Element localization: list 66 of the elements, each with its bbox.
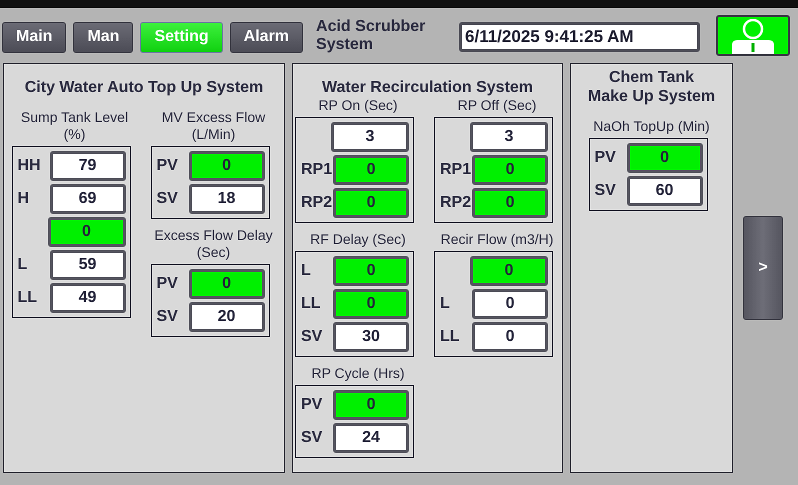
value-display: 0 <box>188 269 264 299</box>
field-label: LL <box>16 289 38 307</box>
group-title: Recir Flow (m3/H) <box>440 231 554 248</box>
field-label: SV <box>156 308 179 326</box>
panel-title: Chem Tank Make Up System <box>588 68 716 106</box>
value-display: 0 <box>188 151 264 181</box>
group-title: RP Cycle (Hrs) <box>310 365 406 382</box>
field-label: RP2 <box>439 194 472 212</box>
date-time-display: 6/11/2025 9:41:25 AM <box>459 22 700 52</box>
field-label: SV <box>300 429 324 447</box>
field-label: RP1 <box>300 161 332 179</box>
group-title: Sump Tank Level (%) <box>20 109 130 143</box>
field-label: L <box>300 262 312 280</box>
screen-title: Acid Scrubber System <box>316 18 426 54</box>
group-title: RP Off (Sec) <box>456 97 538 114</box>
panel-title: City Water Auto Top Up System <box>24 78 264 97</box>
value-display: 0 <box>472 155 548 185</box>
value-display: 0 <box>626 143 702 173</box>
value-display: 0 <box>472 188 548 218</box>
field-label: RP2 <box>300 194 332 212</box>
field-label: L <box>439 295 451 313</box>
nav-button[interactable]: Alarm <box>230 22 304 52</box>
value-input[interactable]: 59 <box>50 250 126 280</box>
field-label: H <box>16 190 30 208</box>
group-title: NaOh TopUp (Min) <box>592 118 711 135</box>
value-input[interactable]: 24 <box>333 423 409 453</box>
field-label: PV <box>156 157 179 175</box>
value-display: 0 <box>470 256 548 286</box>
field-label: L <box>16 256 28 274</box>
value-input[interactable]: 0 <box>472 289 548 319</box>
value-input[interactable]: 69 <box>50 184 126 214</box>
next-button[interactable]: > <box>743 216 783 320</box>
value-input[interactable]: 20 <box>188 302 264 332</box>
value-input[interactable]: 0 <box>472 322 548 352</box>
value-input[interactable]: 60 <box>626 176 702 206</box>
value-input[interactable]: 3 <box>470 122 548 152</box>
nav-button[interactable]: Man <box>73 22 134 52</box>
group-title: RF Delay (Sec) <box>309 231 407 248</box>
value-input[interactable]: 49 <box>50 283 126 313</box>
value-display: 0 <box>333 256 409 286</box>
field-label: LL <box>300 295 322 313</box>
field-label: SV <box>594 182 617 200</box>
value-display: 0 <box>333 289 409 319</box>
field-label: SV <box>300 328 324 346</box>
user-button[interactable] <box>716 15 790 56</box>
nav-button[interactable]: Main <box>2 22 66 52</box>
field-label: RP1 <box>439 161 472 179</box>
field-label: PV <box>156 275 179 293</box>
value-display: 0 <box>333 390 409 420</box>
value-display: 0 <box>333 155 409 185</box>
field-label: LL <box>439 328 461 346</box>
value-input[interactable]: 3 <box>331 122 409 152</box>
value-input[interactable]: 30 <box>333 322 409 352</box>
value-input[interactable]: 79 <box>50 151 126 181</box>
group-title: MV Excess Flow (L/Min) <box>160 109 266 143</box>
field-label: PV <box>300 396 324 414</box>
value-display: 0 <box>333 188 409 218</box>
value-display: 0 <box>48 217 126 247</box>
value-input[interactable]: 18 <box>188 184 264 214</box>
group-title: Excess Flow Delay (Sec) <box>153 227 274 261</box>
user-icon <box>730 19 776 54</box>
group-title: RP On (Sec) <box>317 97 399 114</box>
field-label: PV <box>594 149 617 167</box>
panel-title: Water Recirculation System <box>322 78 534 97</box>
field-label: SV <box>156 190 179 208</box>
field-label: HH <box>16 157 42 175</box>
